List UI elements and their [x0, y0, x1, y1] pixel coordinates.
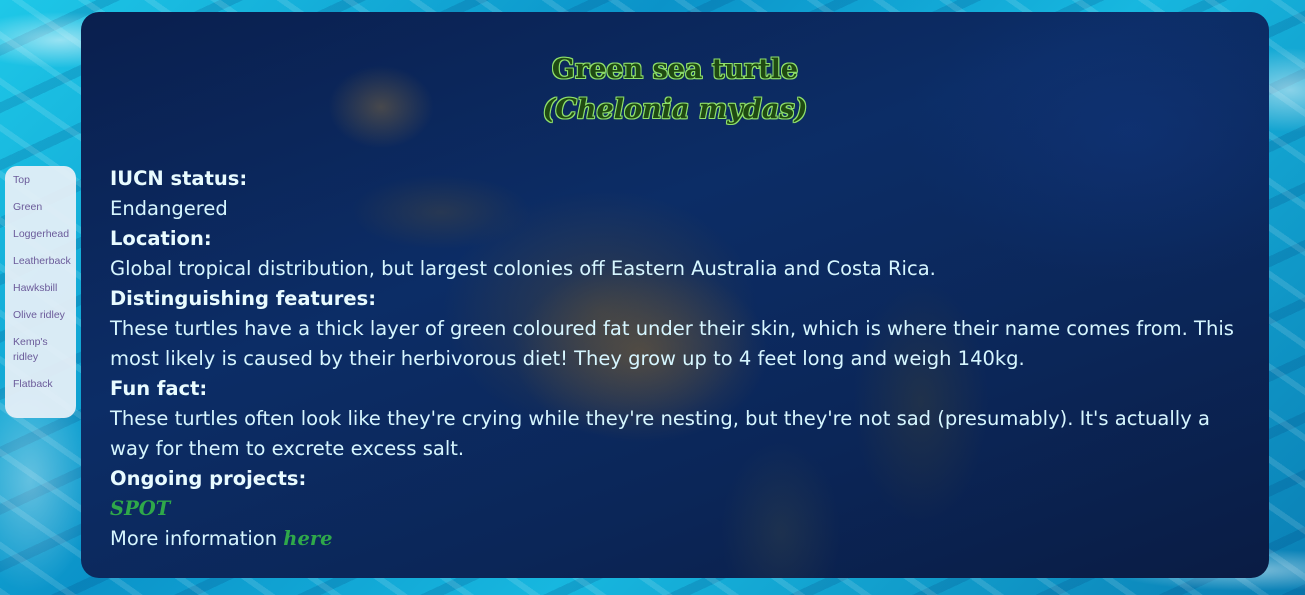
- species-title: Green sea turtle (Chelonia mydas): [81, 50, 1269, 130]
- nav-link-leatherback[interactable]: Leatherback: [13, 254, 73, 269]
- species-scientific-name: (Chelonia mydas): [542, 94, 808, 125]
- more-information-link[interactable]: here: [283, 527, 332, 550]
- fun-fact-value: These turtles often look like they're cr…: [110, 407, 1210, 460]
- species-details: IUCN status: Endangered Location: Global…: [110, 164, 1242, 554]
- species-common-name: Green sea turtle: [551, 54, 799, 85]
- nav-link-loggerhead[interactable]: Loggerhead: [13, 227, 73, 242]
- nav-link-hawksbill[interactable]: Hawksbill: [13, 281, 73, 296]
- features-label: Distinguishing features:: [110, 287, 377, 310]
- side-navigation: Top Green Loggerhead Leatherback Hawksbi…: [5, 166, 76, 418]
- nav-link-kemps-ridley[interactable]: Kemp's ridley: [13, 335, 73, 365]
- features-value: These turtles have a thick layer of gree…: [110, 317, 1234, 370]
- nav-link-flatback[interactable]: Flatback: [13, 377, 73, 392]
- iucn-status-label: IUCN status:: [110, 167, 248, 190]
- ongoing-projects-label: Ongoing projects:: [110, 467, 307, 490]
- location-value: Global tropical distribution, but larges…: [110, 257, 936, 280]
- location-label: Location:: [110, 227, 212, 250]
- more-information-line: More information here: [110, 524, 1242, 554]
- project-link-spot[interactable]: SPOT: [110, 494, 170, 524]
- fun-fact-label: Fun fact:: [110, 377, 208, 400]
- species-card: Green sea turtle (Chelonia mydas) IUCN s…: [81, 12, 1269, 578]
- nav-link-top[interactable]: Top: [13, 173, 73, 188]
- nav-link-green[interactable]: Green: [13, 200, 73, 215]
- nav-link-olive-ridley[interactable]: Olive ridley: [13, 308, 73, 323]
- iucn-status-value: Endangered: [110, 197, 228, 220]
- more-information-text: More information: [110, 527, 284, 550]
